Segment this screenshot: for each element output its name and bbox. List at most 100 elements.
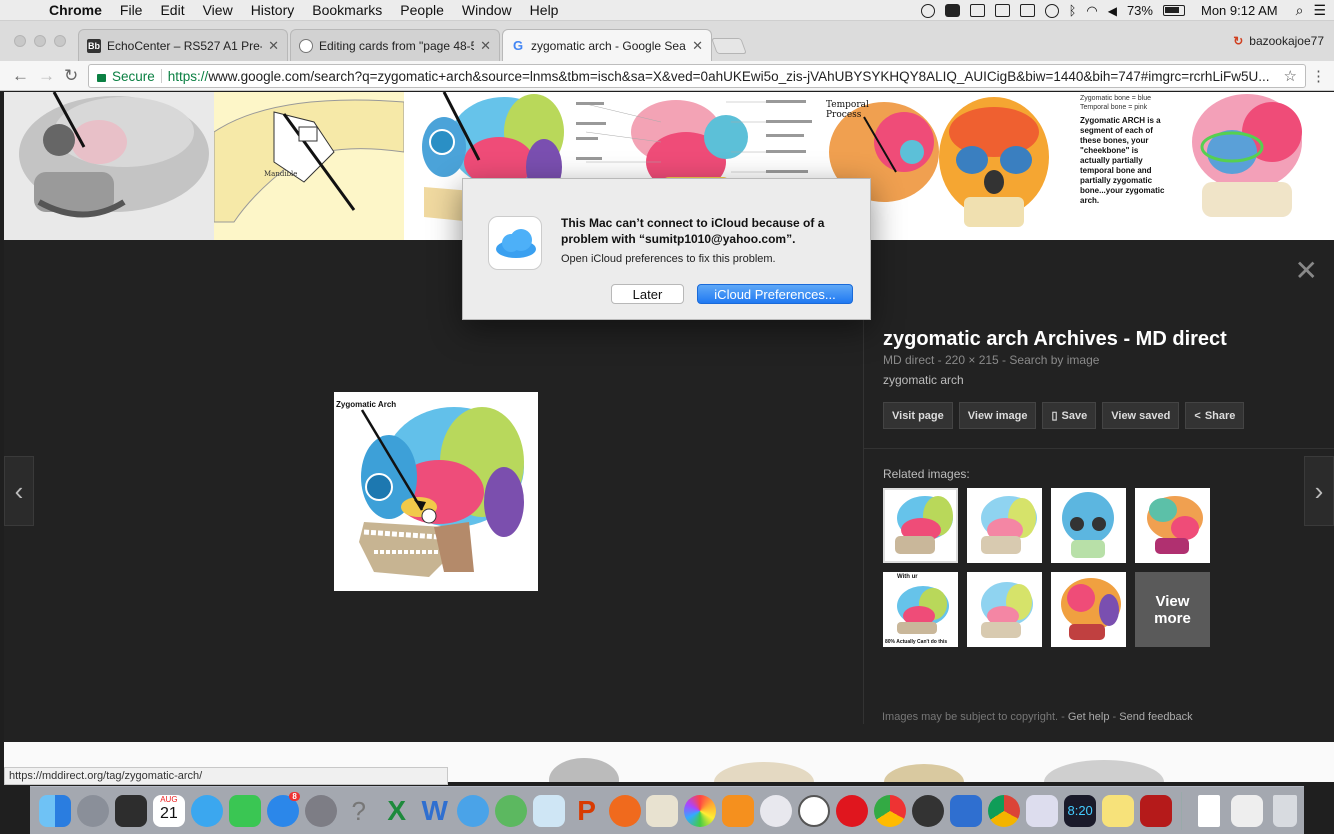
image-title[interactable]: zygomatic arch Archives - MD direct — [883, 328, 1227, 351]
battery-icon[interactable] — [1162, 5, 1185, 16]
clock[interactable]: Mon 9:12 AM — [1201, 3, 1278, 18]
excel-icon[interactable]: X — [378, 792, 416, 830]
image-capture-icon[interactable] — [644, 792, 682, 830]
word-icon[interactable]: W — [416, 792, 454, 830]
chrome-menu-icon[interactable]: ⋮ — [1311, 67, 1326, 85]
related-image-4[interactable] — [1135, 488, 1210, 563]
tab-editing-cards[interactable]: Editing cards from "page 48-5 ✕ — [290, 29, 500, 61]
tab-google-search[interactable]: G zygomatic arch - Google Searc ✕ — [502, 29, 712, 61]
result-thumb-skull-gray[interactable] — [4, 92, 214, 240]
opera-icon[interactable] — [833, 792, 871, 830]
view-saved-button[interactable]: View saved — [1102, 402, 1180, 429]
previous-image-button[interactable]: ‹ — [4, 456, 34, 526]
view-image-button[interactable]: View image — [958, 402, 1037, 429]
menu-edit[interactable]: Edit — [151, 2, 193, 18]
system-preferences-icon[interactable] — [302, 792, 340, 830]
calendar-icon[interactable]: AUG 21 — [150, 792, 188, 830]
notification-center-icon[interactable]: ☰ — [1313, 2, 1326, 19]
get-help-link[interactable]: Get help — [1068, 711, 1110, 723]
result-thumb-mandible[interactable]: Mandible — [214, 92, 404, 240]
forward-arrow-icon[interactable]: → — [38, 66, 55, 86]
photos-icon[interactable] — [681, 792, 719, 830]
close-tab-icon[interactable]: ✕ — [480, 38, 491, 54]
minimize-window-button[interactable] — [34, 35, 46, 47]
dictionary-icon[interactable] — [795, 792, 833, 830]
clipboard-icon[interactable] — [994, 4, 1010, 17]
powerpoint-icon[interactable]: P — [568, 792, 606, 830]
chrome-canary-icon[interactable] — [871, 792, 909, 830]
bookmark-star-icon[interactable]: ☆ — [1284, 67, 1297, 85]
menu-help[interactable]: Help — [521, 2, 568, 18]
preview-icon[interactable] — [530, 792, 568, 830]
related-image-1[interactable] — [883, 488, 958, 563]
battery-percent[interactable]: 73% — [1127, 3, 1153, 18]
volume-icon[interactable]: ◀ — [1108, 4, 1117, 18]
bluetooth-icon[interactable]: ᛒ — [1069, 3, 1077, 18]
viewer-footer: Images may be subject to copyright. - Ge… — [882, 711, 1193, 723]
mission-control-icon[interactable] — [112, 792, 150, 830]
back-arrow-icon[interactable]: ← — [12, 66, 29, 86]
share-button[interactable]: < Share — [1185, 402, 1245, 429]
spotlight-icon[interactable]: ⌕ — [1296, 2, 1304, 19]
pencil-app-icon[interactable] — [1023, 792, 1061, 830]
help-icon[interactable]: ? — [340, 792, 378, 830]
tab-echocenter[interactable]: Bb EchoCenter – RS527 A1 Pre-D ✕ — [78, 29, 288, 61]
launchpad-icon[interactable] — [74, 792, 112, 830]
menubar-status-area: ᛒ ◠ ◀ 73% Mon 9:12 AM ⌕ ☰ — [920, 0, 1326, 21]
airplay-icon[interactable] — [1019, 4, 1035, 17]
firefox-icon[interactable] — [606, 792, 644, 830]
downloads-stack-icon[interactable] — [1228, 792, 1266, 830]
menu-bookmarks[interactable]: Bookmarks — [303, 2, 391, 18]
menu-people[interactable]: People — [391, 2, 453, 18]
zoom-window-button[interactable] — [54, 35, 66, 47]
acrobat-icon[interactable] — [1137, 792, 1175, 830]
close-tab-icon[interactable]: ✕ — [692, 38, 703, 54]
itunes-icon[interactable] — [757, 792, 795, 830]
time-machine-icon[interactable] — [1044, 3, 1059, 18]
save-button[interactable]: ▯ Save — [1042, 402, 1097, 429]
trash-icon[interactable] — [1266, 792, 1304, 830]
chrome-icon[interactable] — [985, 792, 1023, 830]
later-button[interactable]: Later — [611, 284, 684, 304]
messages-icon[interactable] — [188, 792, 226, 830]
finder-icon[interactable] — [36, 792, 74, 830]
status-d-icon[interactable] — [920, 3, 935, 18]
ibooks-icon[interactable] — [719, 792, 757, 830]
dock-separator — [1181, 791, 1183, 830]
globe-icon[interactable] — [492, 792, 530, 830]
people-icon[interactable] — [454, 792, 492, 830]
related-image-3[interactable] — [1051, 488, 1126, 563]
status-app-icon[interactable] — [944, 4, 960, 17]
document-icon[interactable] — [1190, 792, 1228, 830]
close-tab-icon[interactable]: ✕ — [268, 38, 279, 54]
menu-history[interactable]: History — [242, 2, 304, 18]
related-image-5-bottom-text: 80% Actually Can't do this — [885, 639, 948, 645]
facetime-icon[interactable] — [226, 792, 264, 830]
list-app-icon[interactable] — [947, 792, 985, 830]
wifi-icon[interactable]: ◠ — [1086, 3, 1097, 19]
related-image-7[interactable] — [1051, 572, 1126, 647]
send-feedback-link[interactable]: Send feedback — [1119, 711, 1192, 723]
related-image-5[interactable]: With ur 80% Actually Can't do this — [883, 572, 958, 647]
reload-icon[interactable]: ↻ — [64, 66, 78, 86]
notes-icon[interactable] — [1099, 792, 1137, 830]
menu-file[interactable]: File — [111, 2, 152, 18]
address-bar[interactable]: Secure https://www.google.com/search?q=z… — [88, 64, 1306, 88]
camera-icon[interactable] — [969, 4, 985, 17]
related-image-2[interactable] — [967, 488, 1042, 563]
menu-window[interactable]: Window — [453, 2, 521, 18]
icloud-preferences-button[interactable]: iCloud Preferences... — [697, 284, 853, 304]
new-tab-button[interactable] — [711, 38, 747, 54]
menu-app-chrome[interactable]: Chrome — [40, 2, 111, 18]
preview-image[interactable]: Zygomatic Arch — [334, 392, 538, 591]
visit-page-button[interactable]: Visit page — [883, 402, 953, 429]
skull-app-icon[interactable] — [909, 792, 947, 830]
app-store-icon[interactable]: 8 — [264, 791, 302, 830]
profile-button[interactable]: ↻ bazookajoe77 — [1233, 34, 1324, 48]
view-more-button[interactable]: View more — [1135, 572, 1210, 647]
related-image-6[interactable] — [967, 572, 1042, 647]
result-thumb-zygomatic-arch-info[interactable]: Zygomatic bone = blue Temporal bone = pi… — [1072, 92, 1334, 240]
close-window-button[interactable] — [14, 35, 26, 47]
menu-view[interactable]: View — [194, 2, 242, 18]
digital-clock-icon[interactable]: 8:20 — [1061, 792, 1099, 830]
